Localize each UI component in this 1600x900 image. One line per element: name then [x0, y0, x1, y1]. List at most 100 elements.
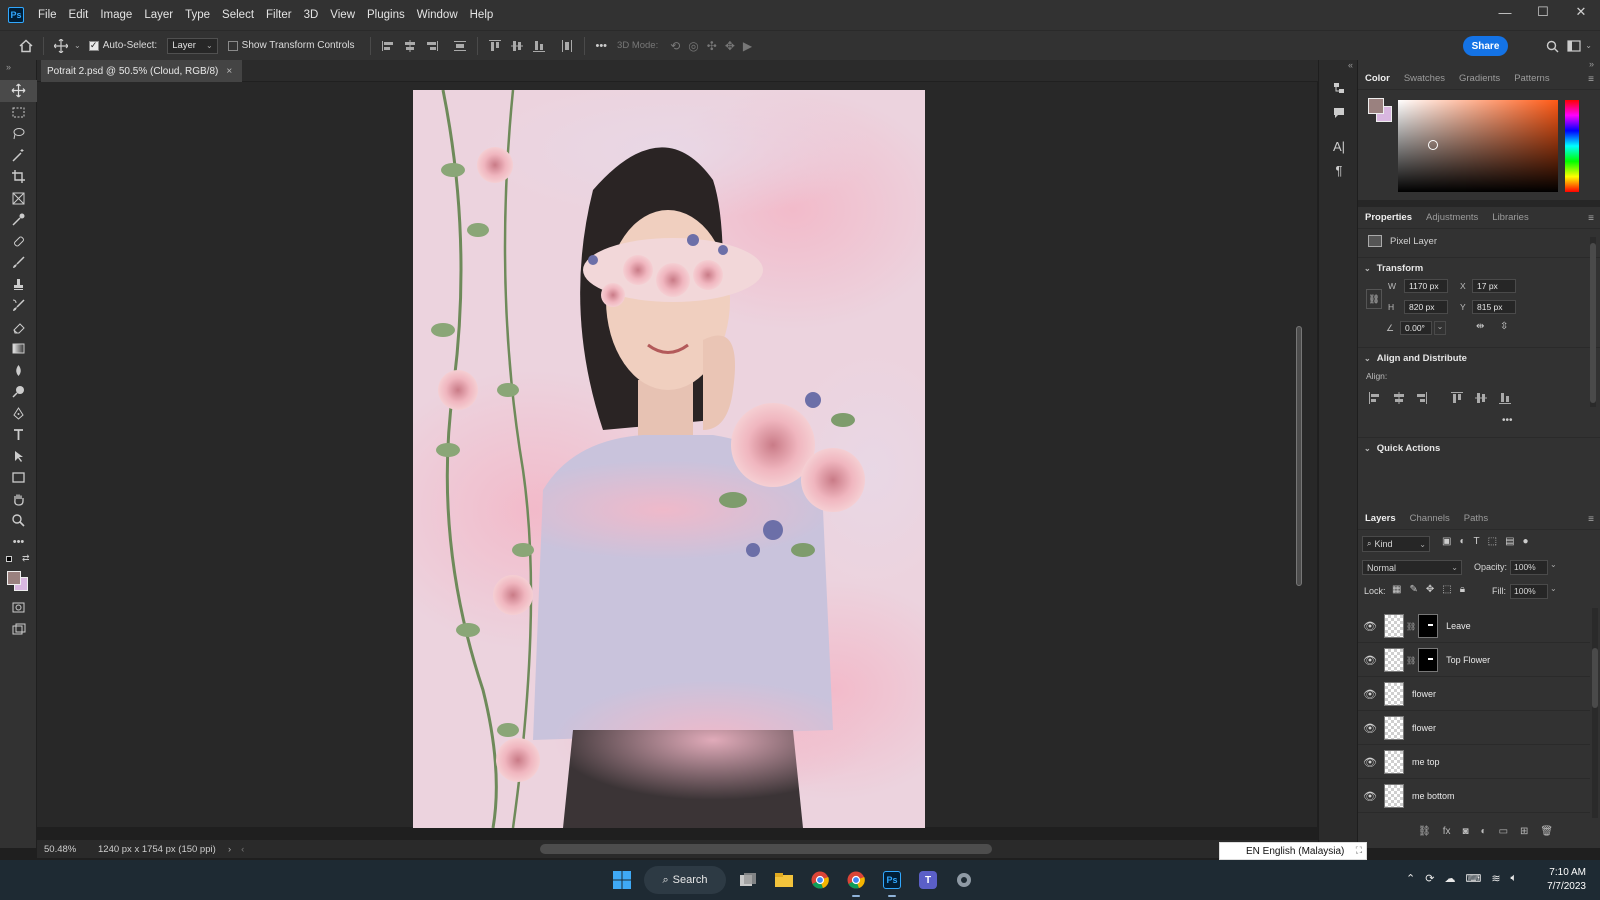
new-group-icon[interactable]: ▭ [1499, 826, 1508, 837]
panel-menu-icon[interactable]: ≡ [1588, 74, 1594, 85]
foreground-color-swatch[interactable] [1368, 98, 1384, 114]
menu-select[interactable]: Select [216, 0, 260, 30]
align-left-icon[interactable] [1368, 391, 1382, 405]
lock-transparent-icon[interactable]: ▦ [1392, 584, 1401, 595]
filter-adjustment-icon[interactable]: ◐ [1459, 536, 1465, 547]
tab-color[interactable]: Color [1358, 68, 1397, 90]
width-field[interactable]: 1170 px [1404, 279, 1448, 293]
align-center-icon[interactable] [1392, 391, 1406, 405]
chevron-down-icon[interactable]: ⌄ [1364, 264, 1371, 273]
settings-icon[interactable] [946, 860, 982, 900]
menu-layer[interactable]: Layer [138, 0, 179, 30]
layer-name[interactable]: flower [1412, 689, 1436, 699]
x-field[interactable]: 17 px [1472, 279, 1516, 293]
properties-scrollbar[interactable] [1590, 237, 1596, 407]
checkbox-checked-icon[interactable]: ✓ [88, 40, 99, 51]
pen-tool-icon[interactable] [0, 403, 37, 425]
tab-properties[interactable]: Properties [1358, 207, 1419, 229]
layer-style-icon[interactable]: fx [1443, 826, 1451, 837]
crop-tool-icon[interactable] [0, 166, 37, 188]
blur-tool-icon[interactable] [0, 360, 37, 382]
link-dimensions-icon[interactable]: ⛓ [1366, 289, 1382, 309]
status-menu-arrow-icon[interactable]: › [228, 844, 231, 855]
show-transform-controls-checkbox[interactable]: Show Transform Controls [227, 40, 354, 51]
zoom-tool-icon[interactable] [0, 510, 37, 532]
layer-row[interactable]: 👁︎ ⛓ Top Flower [1358, 644, 1590, 677]
more-options-icon[interactable]: ••• [595, 40, 607, 52]
menu-window[interactable]: Window [411, 0, 464, 30]
tab-libraries[interactable]: Libraries [1485, 207, 1535, 229]
visibility-eye-icon[interactable]: 👁︎ [1358, 654, 1382, 667]
home-icon[interactable] [15, 35, 37, 57]
color-field[interactable] [1398, 100, 1558, 192]
horizontal-scrollbar-thumb[interactable] [540, 844, 992, 854]
auto-select-checkbox[interactable]: ✓ Auto-Select: [88, 40, 157, 51]
chevron-down-icon[interactable]: ⌄ [1550, 584, 1557, 593]
flip-vertical-icon[interactable]: ⇳ [1500, 321, 1508, 332]
align-bottom-icon[interactable] [1498, 391, 1512, 405]
distribute-vertical-icon[interactable] [451, 37, 469, 55]
chevron-down-icon[interactable]: ⌄ [1550, 560, 1557, 569]
angle-field[interactable]: 0.00° [1400, 321, 1432, 335]
rectangle-tool-icon[interactable] [0, 467, 37, 489]
show-hidden-icons-chevron-icon[interactable]: ⌃ [1406, 872, 1415, 885]
tab-channels[interactable]: Channels [1403, 508, 1457, 530]
add-mask-icon[interactable]: ◙ [1462, 826, 1468, 837]
lock-all-icon[interactable]: 🔒︎ [1460, 584, 1465, 595]
align-bottom-edges-icon[interactable] [530, 37, 548, 55]
healing-brush-tool-icon[interactable] [0, 231, 37, 253]
menu-view[interactable]: View [324, 0, 361, 30]
layer-row[interactable]: 👁︎ ⛓ Leave [1358, 610, 1590, 643]
paragraph-panel-icon[interactable]: ¶ [1319, 158, 1359, 182]
menu-file[interactable]: File [32, 0, 63, 30]
opacity-field[interactable]: 100% [1510, 560, 1548, 575]
collapse-panels-icon[interactable]: « [1319, 60, 1357, 76]
wifi-icon[interactable]: ≋ [1491, 872, 1500, 885]
gradient-tool-icon[interactable] [0, 338, 37, 360]
scroll-left-icon[interactable]: ‹ [241, 844, 244, 855]
align-middle-icon[interactable] [1474, 391, 1488, 405]
panel-menu-icon[interactable]: ≡ [1588, 213, 1594, 224]
canvas-area[interactable] [37, 82, 1317, 828]
layer-name[interactable]: me top [1412, 757, 1440, 767]
teams-icon[interactable]: T [910, 860, 946, 900]
edit-toolbar-icon[interactable]: ••• [0, 532, 37, 554]
blend-mode-dropdown[interactable]: Normal ⌄ [1362, 560, 1462, 575]
document-canvas[interactable] [413, 90, 925, 828]
frame-tool-icon[interactable] [0, 188, 37, 210]
mask-link-icon[interactable]: ⛓ [1406, 622, 1416, 631]
filter-shape-icon[interactable]: ⬚ [1488, 536, 1497, 547]
align-top-edges-icon[interactable] [486, 37, 504, 55]
menu-type[interactable]: Type [179, 0, 216, 30]
filter-pixel-icon[interactable]: ▣ [1442, 536, 1451, 547]
tab-layers[interactable]: Layers [1358, 508, 1403, 530]
mask-link-icon[interactable]: ⛓ [1406, 656, 1416, 665]
link-layers-icon[interactable]: ⛓ [1418, 826, 1431, 837]
y-field[interactable]: 815 px [1472, 300, 1516, 314]
minimize-button[interactable]: — [1486, 0, 1524, 24]
character-panel-icon[interactable]: A| [1319, 134, 1359, 158]
height-field[interactable]: 820 px [1404, 300, 1448, 314]
onedrive-cloud-icon[interactable]: ☁ [1444, 872, 1455, 885]
type-tool-icon[interactable] [0, 424, 37, 446]
sync-icon[interactable]: ⟳ [1425, 872, 1434, 885]
layer-row[interactable]: 👁︎ me bottom [1358, 780, 1590, 813]
delete-layer-icon[interactable]: 🗑︎ [1540, 826, 1553, 837]
brush-tool-icon[interactable] [0, 252, 37, 274]
menu-edit[interactable]: Edit [63, 0, 95, 30]
menu-image[interactable]: Image [94, 0, 138, 30]
volume-icon[interactable]: 🔈︎ [1511, 872, 1518, 885]
hand-tool-icon[interactable] [0, 489, 37, 511]
clone-stamp-tool-icon[interactable] [0, 274, 37, 296]
tab-swatches[interactable]: Swatches [1397, 68, 1452, 90]
auto-select-target-dropdown[interactable]: Layer ⌄ [167, 37, 218, 54]
panel-menu-icon[interactable]: ≡ [1588, 514, 1594, 525]
language-indicator-popup[interactable]: EN English (Malaysia) ⛶ [1219, 842, 1367, 860]
menu-help[interactable]: Help [464, 0, 500, 30]
windows-start-icon[interactable] [604, 860, 640, 900]
menu-3d[interactable]: 3D [298, 0, 325, 30]
flip-horizontal-icon[interactable]: ⇹ [1476, 321, 1484, 332]
tab-gradients[interactable]: Gradients [1452, 68, 1507, 90]
adjustment-layer-icon[interactable]: ◐ [1481, 826, 1487, 837]
screen-mode-icon[interactable] [0, 619, 37, 641]
